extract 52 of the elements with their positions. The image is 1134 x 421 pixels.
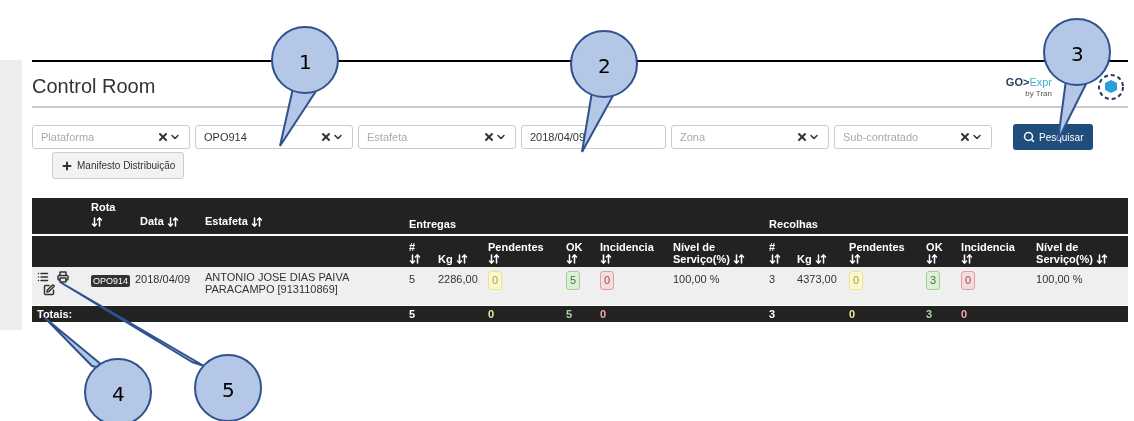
column-header[interactable]: Incidencia (600, 241, 654, 253)
column-header[interactable]: Nível de Serviço(%) (1036, 241, 1093, 265)
date-cell: 2018/04/09 (135, 273, 191, 285)
total-value: 5 (566, 307, 573, 320)
count-badge: 3 (926, 271, 941, 290)
route-tag: OPO914 (91, 275, 131, 287)
column-header[interactable]: Incidencia (961, 241, 1015, 253)
callout-number: 4 (112, 384, 125, 404)
cell-value: 5 (409, 273, 416, 285)
column-header[interactable]: Estafeta (205, 214, 248, 227)
column-header[interactable]: # (769, 241, 776, 253)
group-header: Entregas (409, 217, 457, 230)
totals-label: Totais: (37, 307, 73, 320)
cell-value: 2286,00 (438, 273, 478, 285)
total-value: 3 (926, 307, 933, 320)
search-button[interactable]: Pesquisar (1013, 124, 1094, 150)
callout-number: 5 (222, 380, 235, 400)
total-value: 0 (849, 307, 856, 320)
total-value: 0 (961, 307, 968, 320)
manifest-button[interactable]: Manifesto Distribuição (52, 152, 185, 179)
total-value: 0 (488, 307, 495, 320)
select-field[interactable]: OPO914 (195, 125, 353, 149)
callout-number: 3 (1071, 44, 1084, 64)
total-value: 3 (769, 307, 776, 320)
page-title: Control Room (32, 76, 156, 96)
total-value: 5 (409, 307, 416, 320)
count-badge: 5 (566, 271, 581, 290)
column-header[interactable]: OK (566, 241, 583, 253)
count-badge: 0 (849, 271, 864, 290)
courier-name: ANTONIO JOSE DIAS PAIVA PARACAMPO [913110869] (205, 271, 349, 295)
cell-value: 4373,00 (797, 273, 837, 285)
callout-number: 2 (598, 56, 611, 76)
cell-value: 100,00 % (673, 273, 720, 285)
count-badge: 0 (961, 271, 976, 290)
column-header[interactable]: Pendentes (849, 241, 905, 253)
column-header[interactable]: Nível de Serviço(%) (673, 241, 730, 265)
column-header[interactable]: Kg (438, 253, 453, 265)
logo-byline: by Tran (1025, 89, 1052, 98)
logo-text: GO>Expr (1005, 76, 1052, 88)
column-header[interactable]: Kg (797, 253, 812, 265)
column-header[interactable]: Data (140, 214, 164, 227)
total-value: 0 (600, 307, 607, 320)
column-header[interactable]: Pendentes (488, 241, 544, 253)
column-header[interactable]: Rota (91, 200, 116, 213)
count-badge: 0 (600, 271, 615, 290)
group-header: Recolhas (769, 217, 818, 230)
cell-value: 3 (769, 273, 776, 285)
count-badge: 0 (488, 271, 503, 290)
cell-value: 100,00 % (1036, 273, 1083, 285)
column-header[interactable]: OK (926, 241, 943, 253)
column-header[interactable]: # (409, 241, 416, 253)
callout-number: 1 (299, 52, 312, 72)
